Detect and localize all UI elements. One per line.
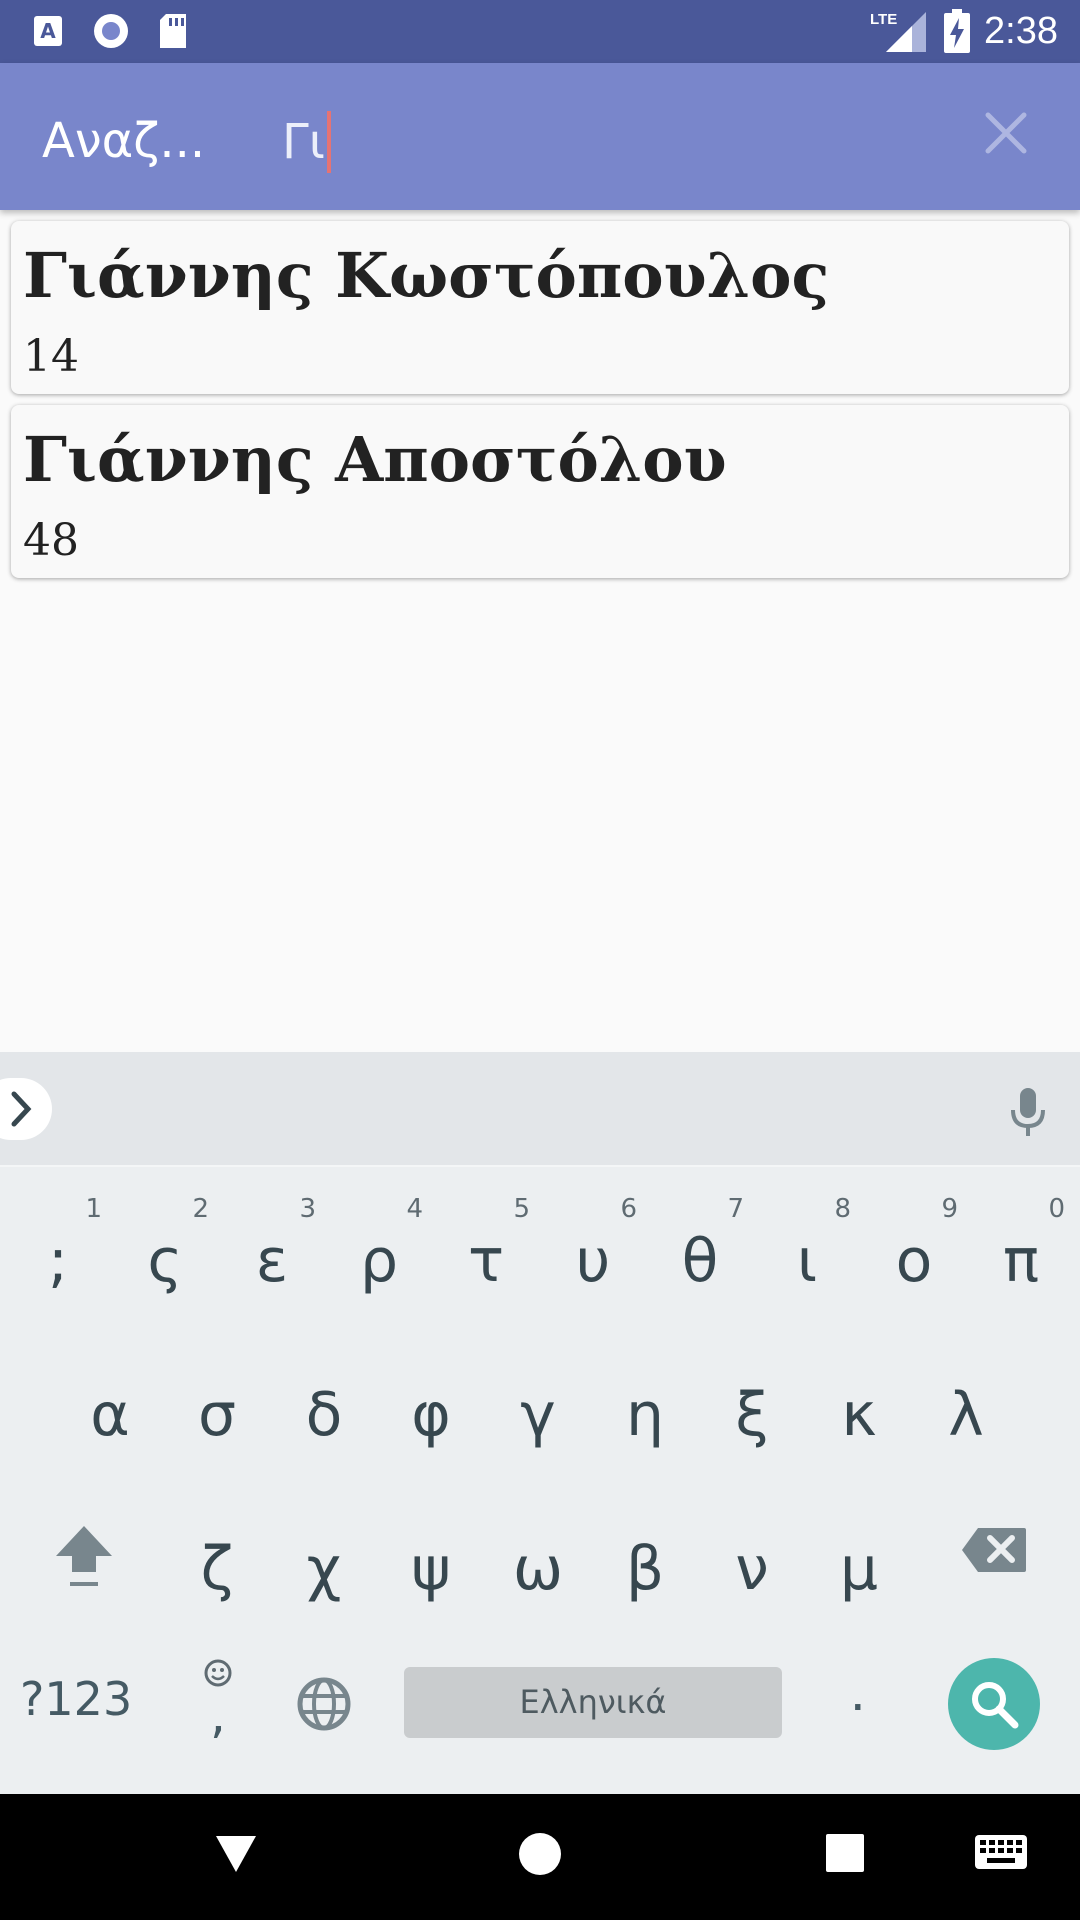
key[interactable]: 9ο xyxy=(866,1192,962,1322)
home-icon[interactable] xyxy=(518,1832,562,1876)
result-name: Γιάννης Κωστόπουλος xyxy=(23,239,830,312)
key[interactable]: ξ xyxy=(704,1346,800,1476)
soft-keyboard: 1; 2ς 3ε 4ρ 5τ 6υ 7θ 8ι 9ο 0π α σ δ φ γ … xyxy=(0,1052,1080,1794)
keyboard-switch-icon[interactable] xyxy=(974,1834,1028,1872)
key[interactable]: η xyxy=(597,1346,693,1476)
key[interactable]: 4ρ xyxy=(331,1192,427,1322)
suggestion-strip xyxy=(0,1052,1080,1167)
key[interactable]: 2ς xyxy=(117,1192,213,1322)
spacebar[interactable]: Ελληνικά xyxy=(404,1667,782,1738)
close-icon[interactable] xyxy=(978,105,1034,161)
clock: 2:38 xyxy=(984,9,1058,52)
key[interactable]: ζ xyxy=(169,1500,265,1630)
emoji-comma-key[interactable]: , xyxy=(196,1658,240,1748)
emoji-icon xyxy=(204,1659,232,1687)
key[interactable]: 6υ xyxy=(545,1192,641,1322)
network-label: LTE xyxy=(870,11,897,28)
key[interactable]: κ xyxy=(811,1346,907,1476)
search-button[interactable] xyxy=(948,1658,1040,1750)
list-item[interactable]: Γιάννης Αποστόλου 48 xyxy=(11,405,1069,578)
key[interactable]: 0π xyxy=(973,1192,1069,1322)
key[interactable]: 7θ xyxy=(652,1192,748,1322)
key[interactable]: μ xyxy=(811,1500,907,1630)
recents-icon[interactable] xyxy=(824,1832,866,1874)
navigation-bar xyxy=(0,1794,1080,1920)
page-title: Αναζ... xyxy=(42,113,206,169)
result-name: Γιάννης Αποστόλου xyxy=(23,423,727,496)
result-number: 48 xyxy=(23,515,79,566)
period-key[interactable]: . xyxy=(850,1658,866,1723)
microphone-icon[interactable] xyxy=(1008,1086,1048,1138)
key[interactable]: 5τ xyxy=(438,1192,534,1322)
sd-card-icon xyxy=(160,14,186,48)
key[interactable]: ψ xyxy=(383,1500,479,1630)
key[interactable]: α xyxy=(62,1346,158,1476)
accessibility-icon: A xyxy=(34,16,62,46)
key[interactable]: β xyxy=(597,1500,693,1630)
shift-icon[interactable] xyxy=(52,1522,116,1592)
battery-charging-icon xyxy=(944,9,971,53)
key[interactable]: ω xyxy=(490,1500,586,1630)
comma-label: , xyxy=(210,1686,226,1744)
back-icon[interactable] xyxy=(214,1832,258,1876)
search-query-text: Γι xyxy=(282,114,325,170)
globe-icon[interactable] xyxy=(296,1676,352,1732)
key[interactable]: σ xyxy=(169,1346,265,1476)
key[interactable]: γ xyxy=(490,1346,586,1476)
expand-suggestions-button[interactable] xyxy=(0,1078,52,1140)
search-icon xyxy=(972,1682,1019,1729)
list-item[interactable]: Γιάννης Κωστόπουλος 14 xyxy=(11,221,1069,394)
app-bar: Αναζ... Γι xyxy=(0,63,1080,210)
key[interactable]: 3ε xyxy=(224,1192,320,1322)
key[interactable]: φ xyxy=(383,1346,479,1476)
key[interactable]: 8ι xyxy=(759,1192,855,1322)
key[interactable]: δ xyxy=(276,1346,372,1476)
chevron-right-icon xyxy=(11,1091,32,1127)
lte-signal-icon: LTE xyxy=(870,11,927,52)
search-input[interactable]: Γι xyxy=(282,111,331,173)
status-bar: A LTE 2:38 xyxy=(0,0,1080,63)
symbols-key[interactable]: ?123 xyxy=(20,1672,132,1726)
key[interactable]: 1; xyxy=(10,1192,106,1322)
key[interactable]: λ xyxy=(918,1346,1014,1476)
svg-text:A: A xyxy=(40,19,56,43)
result-number: 14 xyxy=(23,331,79,382)
key[interactable]: ν xyxy=(704,1500,800,1630)
key[interactable]: χ xyxy=(276,1500,372,1630)
backspace-icon[interactable] xyxy=(960,1526,1028,1574)
record-icon xyxy=(94,14,128,48)
text-cursor xyxy=(326,111,331,173)
